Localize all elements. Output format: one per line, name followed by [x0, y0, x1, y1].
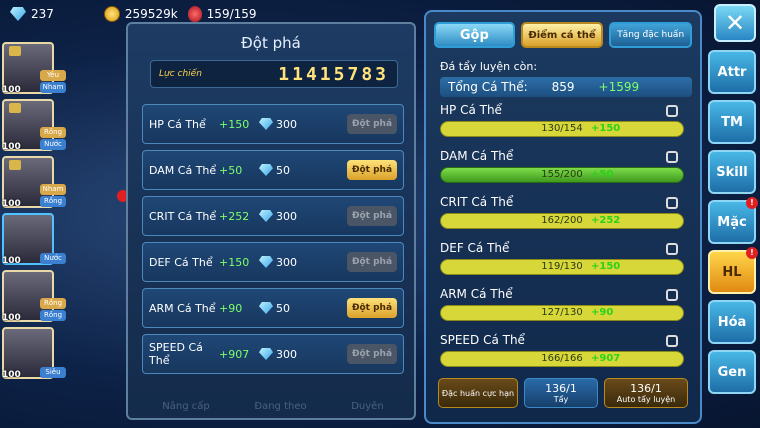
remaining-stones-label: Đá tẩy luyện còn:: [440, 60, 538, 73]
stat-bar: 119/130 +150: [440, 259, 684, 275]
diamond-icon: [10, 7, 26, 21]
breakthrough-row: ARM Cá Thể +90 50 Đột phá: [142, 288, 404, 328]
auto-wash-button[interactable]: 136/1 Auto tẩy luyện: [604, 378, 688, 408]
hl-button[interactable]: HL!: [708, 247, 758, 294]
tab-upgrade[interactable]: Nâng cấp: [162, 401, 209, 412]
pokemon-slot-selected[interactable]: 100 Nước: [2, 213, 66, 266]
potion-counter: 159/159: [187, 6, 257, 22]
individual-points-panel: Gộp Điểm cá thể Tăng đặc huấn Đá tẩy luy…: [424, 10, 702, 424]
breakthrough-button[interactable]: Đột phá: [347, 114, 397, 134]
gold-counter: 259529k: [103, 6, 178, 22]
breakthrough-row: HP Cá Thể +150 300 Đột phá: [142, 104, 404, 144]
lock-icon[interactable]: [666, 335, 678, 347]
breakthrough-popup: Đột phá Lực chiến 11415783 HP Cá Thể +15…: [126, 22, 416, 420]
stat-row: DAM Cá Thể 155/200 +50: [440, 149, 692, 189]
potion-icon: [187, 6, 202, 22]
tab-individual-points[interactable]: Điểm cá thể: [520, 22, 604, 48]
stat-bar: 127/130 +90: [440, 305, 684, 321]
tm-button[interactable]: TM: [708, 100, 756, 144]
stat-row: HP Cá Thể 130/154 +150: [440, 103, 692, 143]
stat-bar: 166/166 +907: [440, 351, 684, 367]
breakthrough-button[interactable]: Đột phá: [347, 206, 397, 226]
wash-button[interactable]: 136/1 Tẩy: [524, 378, 598, 408]
stat-bar: 162/200 +252: [440, 213, 684, 229]
notification-dot: !: [746, 197, 758, 209]
attr-button[interactable]: Attr: [708, 50, 756, 94]
evolve-button[interactable]: Hóa: [708, 300, 756, 344]
breakthrough-row: DAM Cá Thể +50 50 Đột phá: [142, 150, 404, 190]
breakthrough-button[interactable]: Đột phá: [347, 344, 397, 364]
pokemon-slot[interactable]: 100 Nham Rồng: [2, 156, 66, 209]
popup-title: Đột phá: [241, 34, 301, 52]
breakthrough-button[interactable]: Đột phá: [347, 160, 397, 180]
lock-icon: [9, 160, 21, 170]
breakthrough-row: DEF Cá Thể +150 300 Đột phá: [142, 242, 404, 282]
stat-row: SPEED Cá Thể 166/166 +907: [440, 333, 692, 373]
close-button[interactable]: ✕: [714, 4, 756, 42]
stat-row: DEF Cá Thể 119/130 +150: [440, 241, 692, 281]
side-menu: Attr TM Skill Mặc! HL! Hóa Gen: [708, 50, 758, 400]
breakthrough-rows: HP Cá Thể +150 300 Đột phá DAM Cá Thể +5…: [142, 104, 404, 380]
tab-following[interactable]: Đang theo: [254, 401, 306, 412]
lock-icon: [9, 46, 21, 56]
diamond-icon: [259, 118, 273, 130]
stat-bar: 155/200 +50: [440, 167, 684, 183]
lock-icon[interactable]: [666, 197, 678, 209]
tab-special-training[interactable]: Tăng đặc huấn: [609, 22, 692, 48]
skill-button[interactable]: Skill: [708, 150, 756, 194]
diamond-counter: 237: [10, 7, 54, 21]
pokemon-slot[interactable]: 100 Siêu: [2, 327, 66, 380]
breakthrough-row: SPEED Cá Thể +907 300 Đột phá: [142, 334, 404, 374]
breakthrough-row: CRIT Cá Thể +252 300 Đột phá: [142, 196, 404, 236]
tab-affinity[interactable]: Duyên: [351, 401, 383, 412]
lock-icon[interactable]: [666, 243, 678, 255]
pokemon-slot[interactable]: 100 Rồng Nước: [2, 99, 66, 152]
special-train-button[interactable]: Đặc huấn cực hạn: [438, 378, 518, 408]
lock-icon[interactable]: [666, 289, 678, 301]
tab-merge[interactable]: Gộp: [434, 22, 515, 48]
diamond-icon: [259, 348, 273, 360]
total-individual: Tổng Cá Thể: 859 +1599: [440, 77, 692, 97]
notification-dot: !: [746, 247, 758, 259]
pokemon-slot[interactable]: 100 Yêu Nham: [2, 42, 66, 95]
stat-row: ARM Cá Thể 127/130 +90: [440, 287, 692, 327]
gene-button[interactable]: Gen: [708, 350, 756, 394]
pokemon-slot[interactable]: 100 Rồng Rồng: [2, 270, 66, 323]
lock-icon[interactable]: [666, 151, 678, 163]
diamond-icon: [259, 302, 273, 314]
diamond-icon: [259, 256, 273, 268]
lock-icon[interactable]: [666, 105, 678, 117]
diamond-icon: [259, 164, 273, 176]
pokemon-list: 100 Yêu Nham 100 Rồng Nước 100 Nham Rồng 100 Nư…: [2, 42, 66, 384]
breakthrough-button[interactable]: Đột phá: [347, 252, 397, 272]
lock-icon: [9, 103, 21, 113]
stat-bar: 130/154 +150: [440, 121, 684, 137]
panel-tabs: Gộp Điểm cá thể Tăng đặc huấn: [426, 12, 700, 48]
stat-row: CRIT Cá Thể 162/200 +252: [440, 195, 692, 235]
diamond-icon: [259, 210, 273, 222]
equip-button[interactable]: Mặc!: [708, 197, 758, 244]
action-buttons: Đặc huấn cực hạn 136/1 Tẩy 136/1 Auto tẩy …: [438, 378, 694, 408]
breakthrough-button[interactable]: Đột phá: [347, 298, 397, 318]
combat-power: Lực chiến 11415783: [150, 60, 398, 88]
bottom-tabs: Nâng cấp Đang theo Duyên: [140, 401, 406, 412]
gold-coin-icon: [103, 6, 120, 22]
